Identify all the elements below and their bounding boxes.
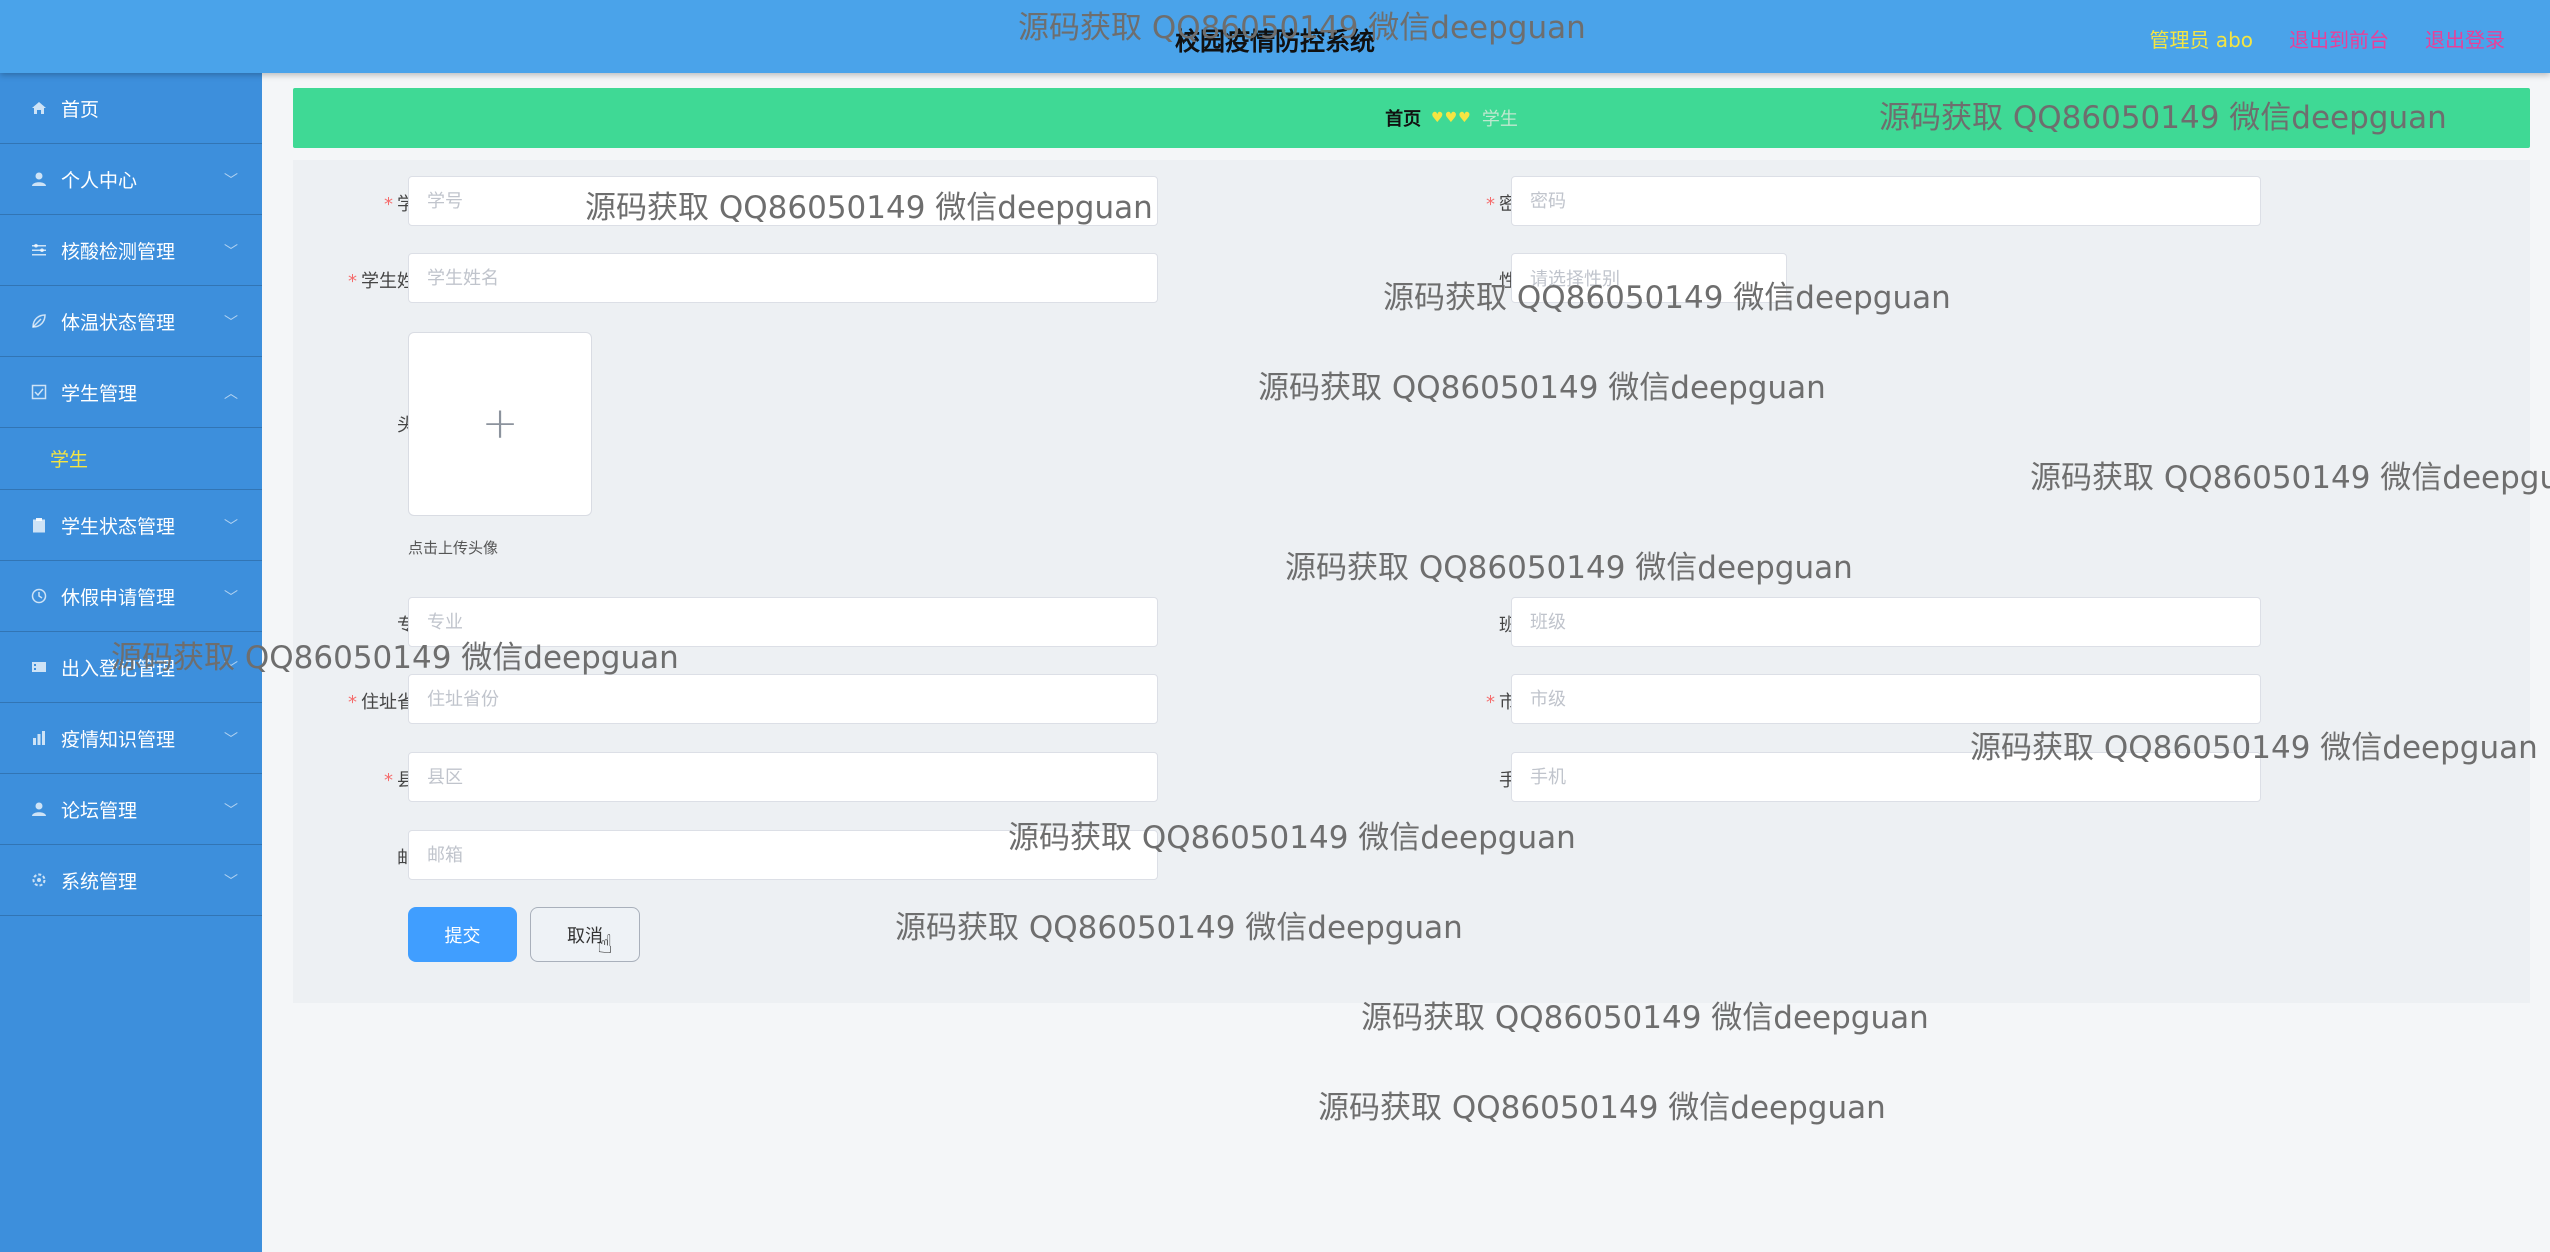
watermark: 源码获取 QQ86050149 微信deepguan	[1383, 280, 1951, 316]
watermark: 源码获取 QQ86050149 微信deepguan	[2030, 460, 2550, 496]
breadcrumb-home[interactable]: 首页	[1385, 105, 1421, 131]
gear-icon	[30, 871, 48, 889]
watermark: 源码获取 QQ86050149 微信deepguan	[1258, 370, 1826, 406]
watermark: 源码获取 QQ86050149 微信deepguan	[585, 190, 1153, 226]
logout-link[interactable]: 退出登录	[2425, 24, 2505, 53]
chevron-down-icon: ﹀	[224, 732, 238, 748]
watermark: 源码获取 QQ86050149 微信deepguan	[111, 640, 679, 676]
check-square-icon	[30, 383, 48, 401]
sidebar-item-personal-center[interactable]: 个人中心 ﹀	[0, 144, 262, 215]
sidebar-item-label: 休假申请管理	[61, 586, 176, 609]
sidebar-item-epidemic-knowledge[interactable]: 疫情知识管理 ﹀	[0, 703, 262, 774]
sidebar-item-forum[interactable]: 论坛管理 ﹀	[0, 774, 262, 845]
watermark: 源码获取 QQ86050149 微信deepguan	[1318, 1090, 1886, 1126]
sidebar-item-label: 个人中心	[61, 169, 138, 192]
chevron-up-icon: ︿	[224, 386, 238, 402]
sidebar-item-system[interactable]: 系统管理 ﹀	[0, 845, 262, 916]
watermark: 源码获取 QQ86050149 微信deepguan	[1361, 1000, 1929, 1036]
sidebar-item-label: 学生管理	[61, 382, 138, 405]
city-input[interactable]	[1511, 674, 2261, 724]
back-to-front-link[interactable]: 退出到前台	[2289, 24, 2389, 53]
avatar-upload[interactable]: +	[408, 332, 592, 516]
header-actions: 管理员 abo 退出到前台 退出登录	[2149, 24, 2505, 53]
avatar-upload-tip: 点击上传头像	[408, 539, 499, 557]
sidebar-item-label: 首页	[61, 98, 100, 121]
watermark: 源码获取 QQ86050149 微信deepguan	[895, 910, 1463, 946]
sidebar-subitem-student[interactable]: 学生	[0, 428, 262, 490]
chevron-down-icon: ﹀	[224, 315, 238, 331]
student-name-input[interactable]	[408, 253, 1158, 303]
film-icon	[30, 658, 48, 676]
sidebar-item-nucleic-test[interactable]: 核酸检测管理 ﹀	[0, 215, 262, 286]
watermark: 源码获取 QQ86050149 微信deepguan	[1018, 10, 1586, 46]
sidebar-item-label: 学生状态管理	[61, 515, 176, 538]
watermark: 源码获取 QQ86050149 微信deepguan	[1285, 550, 1853, 586]
chevron-down-icon: ﹀	[224, 874, 238, 890]
user-icon	[30, 800, 48, 818]
user-icon	[30, 170, 48, 188]
sidebar-item-label: 论坛管理	[61, 799, 138, 822]
sliders-icon	[30, 241, 48, 259]
province-input[interactable]	[408, 674, 1158, 724]
chevron-down-icon: ﹀	[224, 173, 238, 189]
sidebar-item-label: 系统管理	[61, 870, 138, 893]
chevron-down-icon: ﹀	[224, 590, 238, 606]
clipboard-icon	[30, 516, 48, 534]
sidebar-item-student-status[interactable]: 学生状态管理 ﹀	[0, 490, 262, 561]
chevron-down-icon: ﹀	[224, 519, 238, 535]
sidebar-item-home[interactable]: 首页	[0, 73, 262, 144]
plus-icon: +	[481, 398, 519, 449]
submit-button[interactable]: 提交	[408, 907, 517, 962]
sidebar-item-label: 学生	[50, 449, 89, 471]
watermark: 源码获取 QQ86050149 微信deepguan	[1970, 730, 2538, 766]
chart-icon	[30, 729, 48, 747]
sidebar-item-temperature[interactable]: 体温状态管理 ﹀	[0, 286, 262, 357]
sidebar-item-leave-request[interactable]: 休假申请管理 ﹀	[0, 561, 262, 632]
sidebar-item-label: 疫情知识管理	[61, 728, 176, 751]
sidebar-item-student-mgmt[interactable]: 学生管理 ︿	[0, 357, 262, 428]
breadcrumb-separator: ♥♥♥	[1431, 110, 1472, 126]
cancel-button[interactable]: 取消	[530, 907, 640, 962]
password-input[interactable]	[1511, 176, 2261, 226]
hand-cursor-icon: ☝	[597, 930, 613, 960]
clock-icon	[30, 587, 48, 605]
home-icon	[30, 99, 48, 117]
leaf-icon	[30, 312, 48, 330]
class-input[interactable]	[1511, 597, 2261, 647]
watermark: 源码获取 QQ86050149 微信deepguan	[1008, 820, 1576, 856]
district-input[interactable]	[408, 752, 1158, 802]
watermark: 源码获取 QQ86050149 微信deepguan	[1879, 100, 2447, 136]
sidebar-item-label: 体温状态管理	[61, 311, 176, 334]
chevron-down-icon: ﹀	[224, 803, 238, 819]
chevron-down-icon: ﹀	[224, 244, 238, 260]
breadcrumb-current: 学生	[1481, 109, 1518, 130]
admin-label: 管理员 abo	[2149, 28, 2253, 52]
sidebar-item-label: 核酸检测管理	[61, 240, 176, 263]
